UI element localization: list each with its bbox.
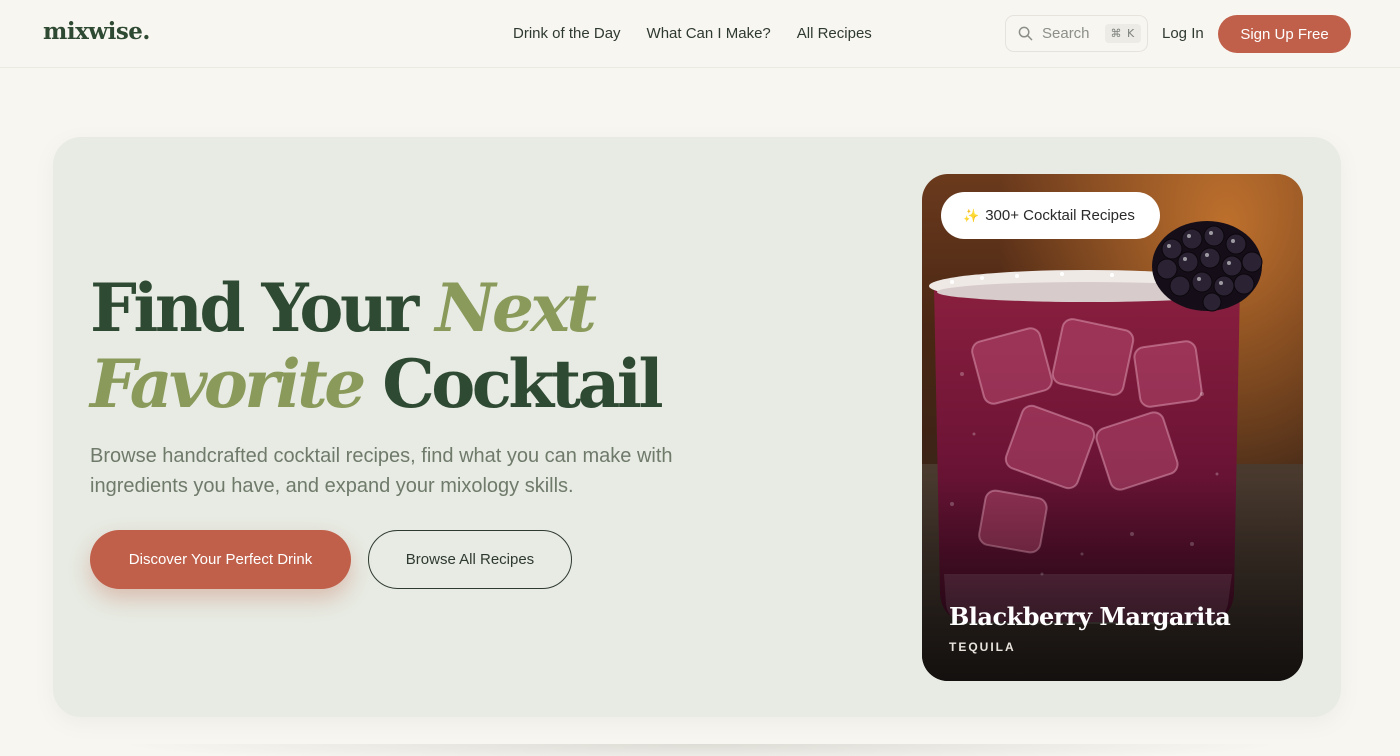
headline-accent-next: Next (435, 269, 597, 347)
discover-drink-button[interactable]: Discover Your Perfect Drink (90, 530, 351, 589)
search-placeholder: Search (1042, 25, 1090, 42)
hero-subtitle: Browse handcrafted cocktail recipes, fin… (90, 445, 673, 497)
browse-recipes-button[interactable]: Browse All Recipes (368, 530, 572, 589)
featured-cocktail-title[interactable]: Blackberry Margarita (949, 602, 1231, 631)
headline-part-1: Find Your (90, 269, 436, 347)
logo[interactable]: mixwise. (43, 18, 150, 45)
search-box[interactable]: Search ⌘ K (1005, 15, 1148, 52)
next-section-shadow (110, 744, 1290, 756)
sparkle-icon: ✨ (963, 207, 980, 223)
nav-link-all-recipes[interactable]: All Recipes (797, 25, 872, 42)
top-navigation: mixwise. Drink of the Day What Can I Mak… (0, 0, 1400, 68)
search-icon (1018, 26, 1033, 41)
headline-accent-favorite: Favorite (90, 345, 366, 423)
featured-cocktail-category: TEQUILA (949, 640, 1016, 654)
main-nav-links: Drink of the Day What Can I Make? All Re… (513, 25, 872, 42)
search-shortcut-hint: ⌘ K (1104, 24, 1142, 43)
hero-headline: Find Your Next Favorite Cocktail (90, 269, 664, 423)
badge-text: 300+ Cocktail Recipes (985, 207, 1135, 224)
signup-button[interactable]: Sign Up Free (1218, 15, 1351, 53)
recipe-count-badge: ✨ 300+ Cocktail Recipes (941, 192, 1160, 239)
login-link[interactable]: Log In (1162, 25, 1204, 42)
nav-link-what-can-i-make[interactable]: What Can I Make? (647, 25, 771, 42)
nav-link-drink-of-the-day[interactable]: Drink of the Day (513, 25, 621, 42)
headline-part-2: Cocktail (362, 345, 663, 423)
